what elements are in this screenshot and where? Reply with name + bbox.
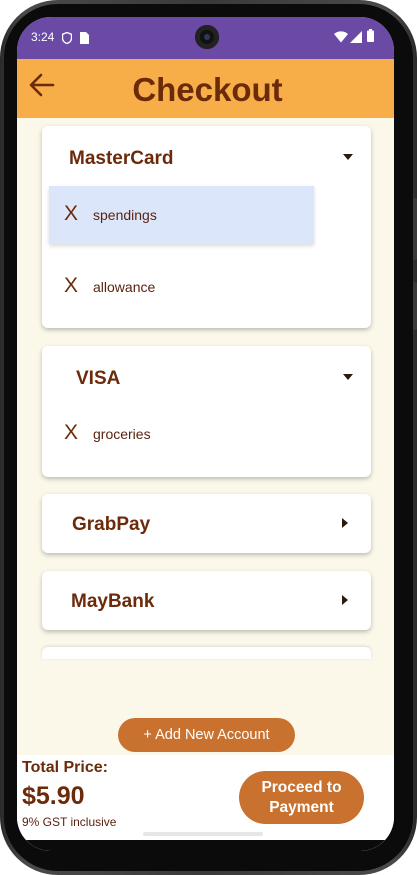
chevron-down-icon[interactable] (343, 374, 353, 380)
checkout-footer: Total Price: $5.90 9% GST inclusive Proc… (17, 755, 394, 851)
payment-method-maybank[interactable]: MayBank (42, 571, 371, 630)
chevron-down-icon[interactable] (343, 154, 353, 160)
payment-method-name: MayBank (71, 591, 155, 612)
screen: 3:24 Checkout MasterCard X spendings X a… (17, 17, 394, 851)
app-header: Checkout (17, 59, 394, 118)
account-label: allowance (93, 279, 156, 295)
payment-method-grabpay[interactable]: GrabPay (42, 494, 371, 553)
account-item-spendings[interactable]: X spendings (49, 186, 314, 244)
remove-account-button[interactable]: X (64, 421, 78, 445)
remove-account-button[interactable]: X (64, 274, 78, 298)
home-indicator[interactable] (143, 832, 263, 836)
status-time: 3:24 (31, 30, 55, 44)
payment-method-name: VISA (76, 368, 121, 389)
payment-method-mastercard[interactable]: MasterCard X spendings X allowance (42, 126, 371, 328)
proceed-button-label: Proceed to Payment (261, 778, 342, 816)
status-bar: 3:24 (17, 17, 394, 59)
add-account-button[interactable]: + Add New Account (118, 718, 295, 752)
total-price-value: $5.90 (22, 782, 85, 810)
remove-account-button[interactable]: X (64, 202, 78, 226)
wifi-icon (334, 30, 348, 48)
sim-card-icon (80, 31, 89, 49)
payment-method-partial (42, 647, 371, 659)
account-label: groceries (93, 426, 151, 442)
phone-frame: 3:24 Checkout MasterCard X spendings X a… (0, 0, 417, 875)
payment-method-visa[interactable]: VISA X groceries (42, 346, 371, 477)
gst-note: 9% GST inclusive (22, 815, 117, 829)
payment-method-name: GrabPay (72, 514, 151, 535)
page-title: Checkout (132, 71, 283, 108)
front-camera (195, 25, 219, 49)
chevron-right-icon[interactable] (342, 518, 348, 528)
account-item-groceries[interactable]: X groceries (49, 405, 314, 463)
payment-method-name: MasterCard (69, 148, 174, 169)
account-label: spendings (93, 207, 157, 223)
account-item-allowance[interactable]: X allowance (49, 258, 314, 316)
battery-icon (367, 29, 374, 47)
proceed-to-payment-button[interactable]: Proceed to Payment (239, 771, 364, 824)
navigation-bar (17, 840, 394, 851)
shield-icon (61, 31, 73, 49)
total-price-label: Total Price: (22, 759, 108, 776)
signal-icon (350, 30, 362, 48)
chevron-right-icon[interactable] (342, 595, 348, 605)
